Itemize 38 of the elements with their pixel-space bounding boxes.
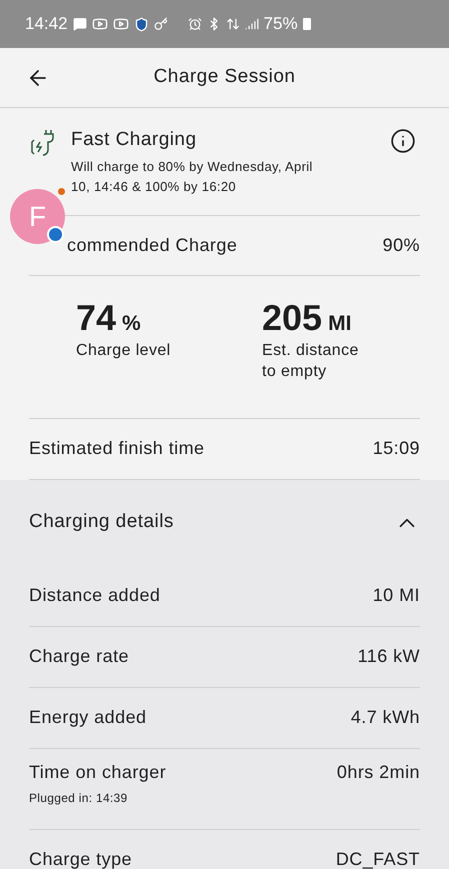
stat-label: Est. distance to empty [262, 340, 360, 382]
charger-plug-icon [29, 128, 55, 158]
battery-icon [302, 18, 311, 30]
detail-value: 10 MI [372, 584, 420, 607]
detail-label: Time on charger [29, 760, 166, 784]
shield-icon [134, 16, 149, 32]
battery-percent: 75% [264, 13, 298, 36]
detail-note: Plugged in: 14:39 [29, 790, 129, 806]
finish-time-label: Estimated finish time [29, 437, 205, 460]
detail-label: Charge type [29, 848, 132, 869]
details-toggle[interactable]: Charging details [0, 480, 449, 566]
charging-description: Will charge to 80% by Wednesday, April 10, 14:46 & 100% by 16:20 [71, 158, 314, 196]
recommended-charge-value: 90% [382, 234, 420, 256]
stat-value: 205 [262, 296, 322, 340]
detail-value: 4.7 kWh [350, 706, 420, 729]
stat-value: 74 [76, 296, 116, 340]
detail-value: 116 kW [358, 645, 420, 668]
detail-label: Energy added [29, 706, 146, 729]
stat-unit: MI [328, 310, 352, 336]
key-icon [154, 17, 168, 31]
recommended-charge-label: commended Charge [67, 234, 238, 257]
detail-value: DC_FAST [336, 848, 420, 869]
detail-label: Distance added [29, 584, 160, 607]
charging-mode-title: Fast Charging [71, 128, 198, 152]
detail-label: Charge rate [29, 645, 130, 668]
finish-time-value: 15:09 [372, 437, 420, 460]
alarm-icon [188, 17, 202, 31]
detail-value: 0hrs 2min [336, 760, 420, 784]
status-time: 14:42 [25, 13, 68, 36]
page-title: Charge Session [154, 65, 296, 90]
stat-label: Charge level [76, 340, 172, 360]
video-icon [112, 16, 129, 32]
data-icon [226, 17, 240, 31]
signal-icon [244, 17, 259, 31]
stat-unit: % [122, 310, 141, 336]
info-button[interactable] [390, 128, 416, 154]
message-icon [72, 17, 87, 31]
video-icon [92, 16, 108, 32]
